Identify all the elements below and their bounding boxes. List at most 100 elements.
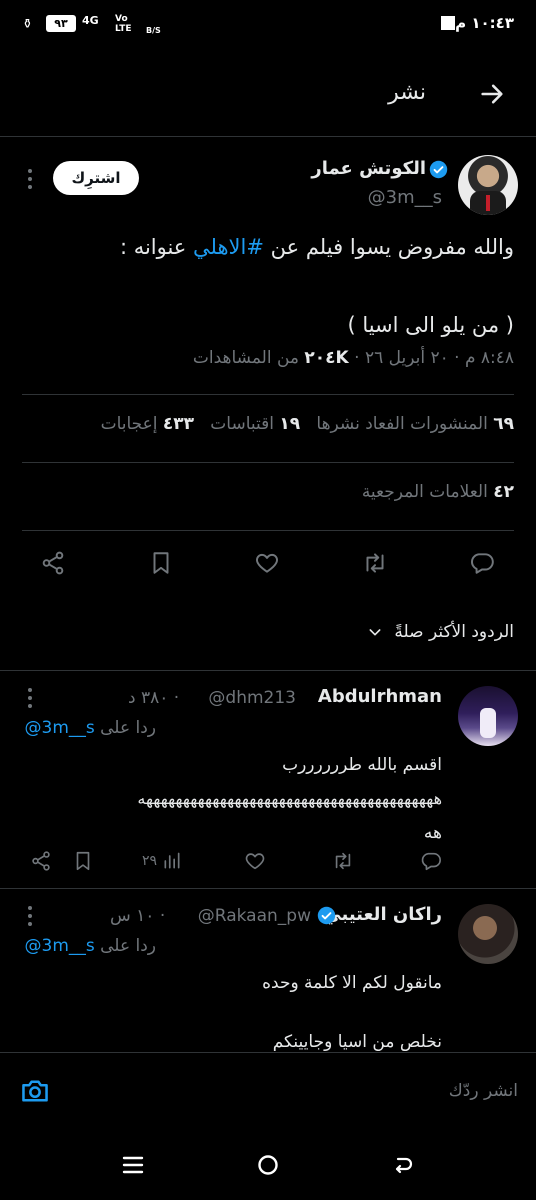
system-back-button[interactable] [392, 1154, 414, 1176]
back-button[interactable] [478, 80, 506, 108]
comment-icon [471, 553, 494, 574]
menu-icon [122, 1156, 144, 1174]
tweet-timestamp: ٨:٤٨ م · ٢٠ أبريل ٢٦ · [354, 348, 514, 368]
camera-icon [22, 1080, 48, 1102]
hashtag-link[interactable]: #الاهلي [193, 235, 264, 259]
author-avatar[interactable] [458, 155, 518, 215]
reply-views-count: ٢٩ [142, 853, 158, 869]
network-type: 4G [82, 14, 99, 27]
likes-label: إعجابات [100, 414, 158, 434]
reply-text: اقسم بالله طررررررب هههههههههههههههههههه… [18, 748, 442, 850]
more-options-button[interactable] [26, 168, 34, 190]
engagement-stats: ٦٩ المنشورات الفعاد نشرها ١٩ اقتباسات ٤٣… [101, 414, 514, 434]
chevron-down-icon [367, 624, 383, 640]
verified-badge [317, 906, 336, 925]
reply-share-button[interactable] [30, 850, 52, 872]
reply-bookmark-button[interactable] [72, 850, 94, 872]
reply-time: · ٣٨٠ د [128, 688, 180, 708]
volte-indicator: Vo LTE [115, 14, 132, 34]
replies-sort-label: الردود الأكثر صلةً [394, 622, 514, 642]
page-title: نشر [388, 80, 426, 105]
reply-author-handle[interactable]: @Rakaan_pw [198, 906, 311, 926]
bookmark-icon [76, 851, 90, 871]
share-icon [42, 551, 64, 575]
bookmarks-divider [22, 530, 514, 531]
reposts-label: المنشورات الفعاد نشرها [316, 414, 488, 434]
views-count: ٢٠٤K [304, 348, 349, 368]
likes-stat[interactable]: ٤٣٣ إعجابات [101, 414, 194, 434]
home-circle-icon [258, 1155, 278, 1175]
sim-icon: ⚱ [22, 17, 33, 32]
more-vertical-icon [28, 169, 32, 189]
reply-more-button[interactable] [26, 687, 34, 709]
camera-button[interactable] [20, 1077, 50, 1105]
recent-apps-button[interactable] [122, 1154, 144, 1176]
reply-text-line: اقسم بالله طررررررب [282, 755, 442, 775]
more-vertical-icon [28, 688, 32, 708]
reply-more-button[interactable] [26, 905, 34, 927]
meta-divider [22, 394, 514, 395]
sort-divider [0, 670, 536, 671]
views-label: من المشاهدات [192, 348, 300, 368]
reply-time: · ١٠ س [110, 906, 166, 926]
reply-to-handle[interactable]: @3m__s [25, 936, 95, 956]
reply-like-button[interactable] [244, 850, 266, 872]
tweet-text-part: والله مفروض يسوا فيلم عن [263, 235, 514, 259]
reply-author-name[interactable]: راكان العتيبي [323, 904, 442, 925]
comment-icon [421, 852, 441, 871]
author-name[interactable]: الكوتش عمار [311, 158, 426, 179]
reply-author-name[interactable]: Abdulrhman [318, 686, 442, 707]
reply-text-line: هه [423, 823, 442, 843]
reply-author-handle[interactable]: @dhm213 [208, 688, 296, 708]
reply-button[interactable] [469, 550, 495, 576]
tweet-meta: ٨:٤٨ م · ٢٠ أبريل ٢٦ · ٢٠٤K من المشاهدات [193, 348, 514, 368]
subscribe-button[interactable]: اشترِك [53, 161, 139, 195]
battery-level: ٩٣ [54, 17, 68, 30]
bookmarks-count: ٤٢ [493, 482, 514, 502]
reply-avatar[interactable] [458, 904, 518, 964]
notification-icon [441, 16, 455, 30]
reply-to-prefix: ردا على [100, 936, 156, 956]
verified-badge [429, 160, 448, 179]
more-vertical-icon [28, 906, 32, 926]
reply-input[interactable]: انشر ردّك [449, 1081, 518, 1101]
battery-icon: ٩٣ [46, 15, 76, 32]
reply-text-line: مانقول لكم الا كلمة وحده [262, 973, 442, 993]
tweet-line-1: والله مفروض يسوا فيلم عن #الاهلي عنوانه … [24, 228, 514, 267]
subscribe-label: اشترِك [71, 169, 121, 187]
home-button[interactable] [257, 1154, 279, 1176]
reply-avatar[interactable] [458, 686, 518, 746]
share-button[interactable] [40, 550, 66, 576]
bookmarks-stat[interactable]: ٤٢ العلامات المرجعية [362, 482, 514, 502]
author-handle[interactable]: @3m__s [368, 187, 442, 208]
reply-views[interactable]: ٢٩ [142, 850, 182, 871]
back-icon [395, 1157, 413, 1174]
tweet-text-part: عنوانه : [119, 235, 194, 259]
reply-to-handle[interactable]: @3m__s [25, 718, 95, 738]
reply-comment-button[interactable] [420, 850, 442, 872]
verified-icon [317, 906, 336, 925]
reply-repost-button[interactable] [331, 850, 355, 872]
repost-button[interactable] [361, 550, 389, 576]
reply-to-line: ردا على @3m__s [25, 936, 157, 956]
likes-count: ٤٣٣ [162, 414, 195, 434]
like-button[interactable] [254, 550, 280, 576]
bookmarks-label: العلامات المرجعية [361, 482, 488, 502]
reply-text-line: هههههههههههههههههههههههههههههههههههههههه… [137, 789, 442, 808]
header-divider [0, 136, 536, 137]
repost-icon [366, 553, 384, 573]
quotes-stat[interactable]: ١٩ اقتباسات [210, 414, 300, 434]
verified-icon [429, 160, 448, 179]
reply-text: مانقول لكم الا كلمة وحده نخلص من اسيا وج… [18, 966, 442, 1059]
bookmark-button[interactable] [148, 550, 174, 576]
net-speed: B/S [146, 26, 161, 35]
bookmark-icon [153, 552, 169, 574]
reposts-count: ٦٩ [493, 414, 514, 434]
quotes-label: اقتباسات [210, 414, 274, 434]
arrow-right-icon [481, 84, 503, 104]
replies-sort-dropdown[interactable]: الردود الأكثر صلةً [367, 622, 514, 642]
tweet-line-2: ( من يلو الى اسيا ) [347, 313, 514, 337]
reposts-stat[interactable]: ٦٩ المنشورات الفعاد نشرها [316, 414, 514, 434]
